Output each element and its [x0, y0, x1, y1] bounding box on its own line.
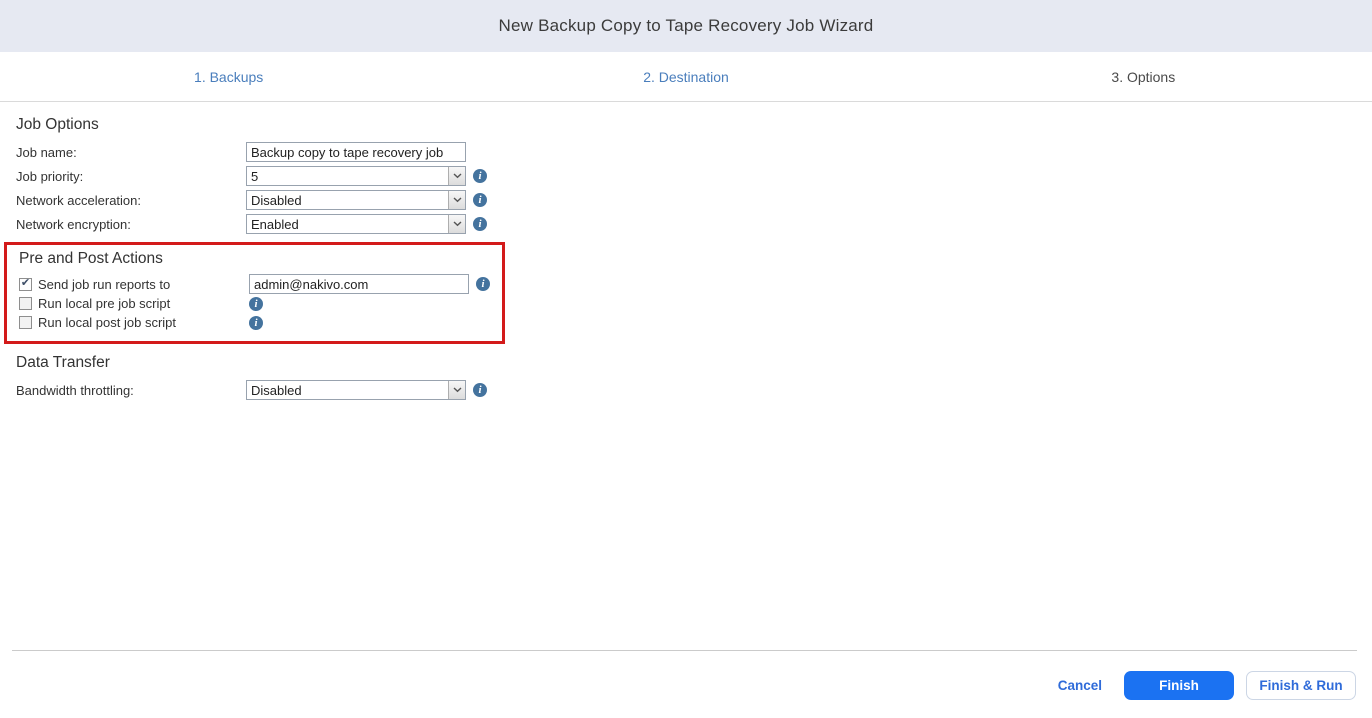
network-encryption-label: Network encryption: — [16, 217, 246, 232]
bandwidth-throttling-label: Bandwidth throttling: — [16, 383, 246, 398]
chevron-down-icon[interactable] — [448, 191, 465, 209]
job-name-row: Job name: — [16, 142, 1372, 162]
info-icon[interactable]: i — [473, 169, 487, 183]
finish-button[interactable]: Finish — [1124, 671, 1234, 700]
info-icon[interactable]: i — [473, 217, 487, 231]
job-priority-select[interactable]: 5 — [246, 166, 466, 186]
pre-script-field-col: i — [249, 297, 263, 311]
send-reports-row: ✔ Send job run reports to i — [19, 274, 502, 294]
pre-script-checkbox[interactable] — [19, 297, 32, 310]
pre-post-actions-heading: Pre and Post Actions — [19, 250, 502, 268]
bandwidth-throttling-select[interactable]: Disabled — [246, 380, 466, 400]
bandwidth-throttling-row: Bandwidth throttling: Disabled i — [16, 380, 1372, 400]
network-acceleration-row: Network acceleration: Disabled i — [16, 190, 1372, 210]
job-name-label: Job name: — [16, 145, 246, 160]
chevron-down-icon[interactable] — [448, 381, 465, 399]
pre-script-label-col: Run local pre job script — [19, 296, 249, 311]
job-priority-value: 5 — [247, 169, 448, 184]
wizard-title-bar: New Backup Copy to Tape Recovery Job Wiz… — [0, 0, 1372, 52]
network-acceleration-select[interactable]: Disabled — [246, 190, 466, 210]
info-icon[interactable]: i — [249, 316, 263, 330]
job-name-input[interactable] — [246, 142, 466, 162]
job-options-heading: Job Options — [16, 116, 1372, 134]
post-script-label[interactable]: Run local post job script — [38, 315, 176, 330]
footer-divider — [12, 650, 1357, 651]
data-transfer-heading: Data Transfer — [16, 354, 1372, 372]
post-script-row: Run local post job script i — [19, 313, 502, 332]
step-tab-options[interactable]: 3. Options — [915, 52, 1372, 101]
highlight-box: Pre and Post Actions ✔ Send job run repo… — [4, 242, 505, 344]
network-encryption-select[interactable]: Enabled — [246, 214, 466, 234]
wizard-steps: 1. Backups 2. Destination 3. Options — [0, 52, 1372, 102]
post-script-checkbox[interactable] — [19, 316, 32, 329]
send-reports-label-col: ✔ Send job run reports to — [19, 277, 249, 292]
info-icon[interactable]: i — [473, 383, 487, 397]
info-icon[interactable]: i — [249, 297, 263, 311]
send-reports-field-col: i — [249, 274, 490, 294]
step-label: 3. Options — [1111, 69, 1175, 85]
footer-buttons: Cancel Finish Finish & Run — [0, 671, 1372, 700]
step-label: 1. Backups — [194, 69, 263, 85]
network-encryption-row: Network encryption: Enabled i — [16, 214, 1372, 234]
chevron-down-icon[interactable] — [448, 215, 465, 233]
info-icon[interactable]: i — [473, 193, 487, 207]
cancel-button[interactable]: Cancel — [1058, 678, 1102, 693]
post-script-field-col: i — [249, 316, 263, 330]
network-acceleration-value: Disabled — [247, 193, 448, 208]
options-form: Job Options Job name: Job priority: 5 i … — [0, 102, 1372, 400]
finish-and-run-button[interactable]: Finish & Run — [1246, 671, 1356, 700]
bandwidth-throttling-value: Disabled — [247, 383, 448, 398]
chevron-down-icon[interactable] — [448, 167, 465, 185]
step-tab-destination[interactable]: 2. Destination — [457, 52, 914, 101]
report-email-input[interactable] — [249, 274, 469, 294]
pre-script-row: Run local pre job script i — [19, 294, 502, 313]
job-priority-label: Job priority: — [16, 169, 246, 184]
wizard-title: New Backup Copy to Tape Recovery Job Wiz… — [499, 16, 874, 36]
step-tab-backups[interactable]: 1. Backups — [0, 52, 457, 101]
info-icon[interactable]: i — [476, 277, 490, 291]
job-priority-row: Job priority: 5 i — [16, 166, 1372, 186]
send-reports-checkbox[interactable]: ✔ — [19, 278, 32, 291]
check-icon: ✔ — [21, 278, 30, 289]
post-script-label-col: Run local post job script — [19, 315, 249, 330]
pre-script-label[interactable]: Run local pre job script — [38, 296, 170, 311]
wizard-footer: Cancel Finish Finish & Run — [0, 650, 1372, 718]
network-acceleration-label: Network acceleration: — [16, 193, 246, 208]
network-encryption-value: Enabled — [247, 217, 448, 232]
send-reports-label[interactable]: Send job run reports to — [38, 277, 170, 292]
step-label: 2. Destination — [643, 69, 729, 85]
